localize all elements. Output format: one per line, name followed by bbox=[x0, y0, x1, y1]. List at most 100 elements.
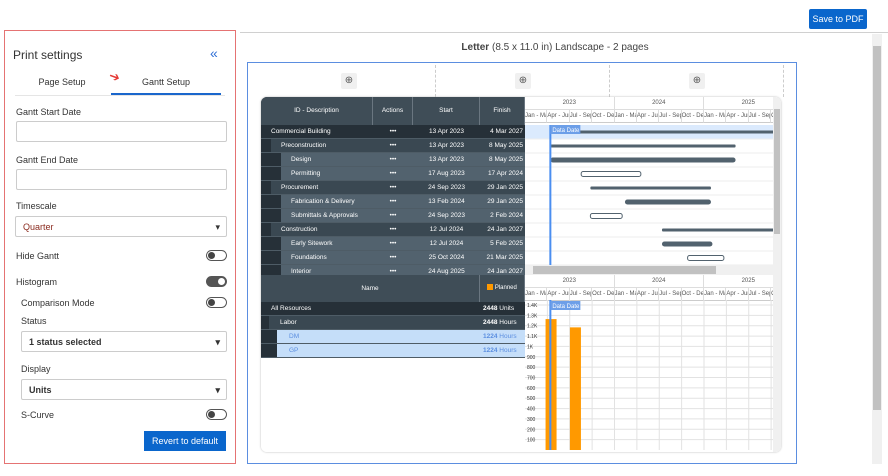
actions-menu-icon[interactable]: ••• bbox=[373, 212, 413, 219]
display-select[interactable]: Units bbox=[21, 379, 227, 400]
task-name: Permitting bbox=[291, 170, 321, 177]
gantt-bar bbox=[624, 199, 711, 205]
gantt-vscrollbar[interactable] bbox=[773, 97, 781, 275]
histogram-vscrollbar[interactable] bbox=[773, 275, 781, 452]
actions-menu-icon[interactable]: ••• bbox=[373, 128, 413, 135]
zoom-in-icon[interactable]: ⊕ bbox=[515, 73, 531, 89]
col-header-actions[interactable]: Actions bbox=[373, 97, 413, 125]
table-row[interactable]: Foundations ••• 25 Oct 2024 21 Mar 2025 bbox=[261, 251, 525, 265]
resource-value: 1224 Hours bbox=[483, 347, 517, 354]
res-header-planned: Planned bbox=[480, 275, 525, 302]
tab-gantt-setup[interactable]: Gantt Setup bbox=[117, 77, 215, 87]
start-date: 17 Aug 2023 bbox=[428, 170, 465, 177]
actions-menu-icon[interactable]: ••• bbox=[373, 170, 413, 177]
y-tick-label: 800 bbox=[527, 365, 536, 371]
histogram-toggle[interactable] bbox=[206, 276, 227, 287]
gantt-bar bbox=[687, 255, 725, 261]
res-header-name[interactable]: Name bbox=[261, 275, 480, 302]
task-name: Fabrication & Delivery bbox=[291, 198, 355, 205]
table-row[interactable]: Commercial Building ••• 13 Apr 2023 4 Ma… bbox=[261, 125, 525, 139]
year-header: 2024 bbox=[614, 275, 704, 288]
table-row[interactable]: Submittals & Approvals ••• 24 Sep 2023 2… bbox=[261, 209, 525, 223]
actions-menu-icon[interactable]: ••• bbox=[373, 156, 413, 163]
col-header-id[interactable]: ID - Description bbox=[261, 97, 373, 125]
y-tick-label: 1.2K bbox=[527, 324, 538, 330]
histogram-label: Histogram bbox=[16, 277, 58, 287]
start-date: 24 Sep 2023 bbox=[428, 184, 465, 191]
gantt-end-date-input[interactable] bbox=[16, 169, 227, 190]
page-info: Letter (8.5 x 11.0 in) Landscape - 2 pag… bbox=[240, 42, 870, 53]
actions-menu-icon[interactable]: ••• bbox=[373, 184, 413, 191]
quarter-header: Apr - Jun bbox=[636, 110, 660, 123]
table-row[interactable]: Early Sitework ••• 12 Jul 2024 5 Feb 202… bbox=[261, 237, 525, 251]
task-name: Preconstruction bbox=[281, 142, 327, 149]
quarter-header: Jan - Mar bbox=[704, 110, 727, 123]
table-row[interactable]: Permitting ••• 17 Aug 2023 17 Apr 2024 bbox=[261, 167, 525, 181]
status-label: Status bbox=[21, 316, 47, 326]
finish-date: 24 Jan 2027 bbox=[487, 268, 523, 275]
table-row[interactable]: Fabrication & Delivery ••• 13 Feb 2024 2… bbox=[261, 195, 525, 209]
col-header-start[interactable]: Start bbox=[413, 97, 480, 125]
quarter-header: Jan - Mar bbox=[614, 110, 637, 123]
histogram-chart: 202320242025Jan - MarApr - JunJul - SepO… bbox=[525, 275, 781, 452]
y-tick-label: 1.4K bbox=[527, 303, 538, 309]
hide-gantt-toggle[interactable] bbox=[206, 250, 227, 261]
task-name: Construction bbox=[281, 226, 318, 233]
finish-date: 4 Mar 2027 bbox=[490, 128, 523, 135]
tab-page-setup[interactable]: Page Setup bbox=[13, 77, 111, 87]
header-divider bbox=[240, 32, 888, 33]
gantt-bar bbox=[550, 130, 773, 134]
status-value: 1 status selected bbox=[29, 337, 102, 347]
table-row[interactable]: Preconstruction ••• 13 Apr 2023 8 May 20… bbox=[261, 139, 525, 153]
resource-name: DM bbox=[289, 333, 300, 340]
page-zone: ⊕ bbox=[610, 65, 784, 97]
resource-row[interactable]: All Resources 2448 Units bbox=[261, 302, 525, 316]
gantt-preview: ID - Description Actions Start Finish Co… bbox=[261, 97, 781, 452]
quarter-header: Apr - Jun bbox=[547, 110, 570, 123]
task-name: Early Sitework bbox=[291, 240, 333, 247]
col-header-finish[interactable]: Finish bbox=[480, 97, 525, 125]
actions-menu-icon[interactable]: ••• bbox=[373, 254, 413, 261]
table-row[interactable]: Design ••• 13 Apr 2023 8 May 2025 bbox=[261, 153, 525, 167]
s-curve-toggle[interactable] bbox=[206, 409, 227, 420]
y-tick-label: 700 bbox=[527, 376, 536, 382]
actions-menu-icon[interactable]: ••• bbox=[373, 240, 413, 247]
collapse-panel-icon[interactable]: « bbox=[210, 45, 218, 61]
zoom-in-icon[interactable]: ⊕ bbox=[341, 73, 357, 89]
actions-menu-icon[interactable]: ••• bbox=[373, 198, 413, 205]
resource-name: Labor bbox=[280, 319, 297, 326]
year-header: 2025 bbox=[704, 97, 781, 110]
display-value: Units bbox=[29, 385, 52, 395]
table-row[interactable]: Construction ••• 12 Jul 2024 24 Jan 2027 bbox=[261, 223, 525, 237]
actions-menu-icon[interactable]: ••• bbox=[373, 226, 413, 233]
quarter-header: Oct - Dec bbox=[592, 110, 615, 123]
resource-row[interactable]: DM 1224 Hours bbox=[261, 330, 525, 344]
gantt-hscrollbar[interactable] bbox=[525, 265, 773, 275]
gantt-bar bbox=[661, 241, 713, 247]
comparison-mode-toggle[interactable] bbox=[206, 297, 227, 308]
save-to-pdf-button[interactable]: Save to PDF bbox=[809, 9, 867, 29]
year-header: 2025 bbox=[704, 275, 781, 288]
resource-name: GP bbox=[289, 347, 299, 354]
revert-to-default-button[interactable]: Revert to default bbox=[144, 431, 226, 451]
s-curve-label: S-Curve bbox=[21, 410, 55, 420]
resource-row[interactable]: Labor 2448 Hours bbox=[261, 316, 525, 330]
quarter-header: Jul - Sep bbox=[748, 110, 772, 123]
resource-row[interactable]: GP 1224 Hours bbox=[261, 344, 525, 358]
panel-title: Print settings bbox=[13, 48, 83, 62]
timescale-select[interactable]: Quarter bbox=[15, 216, 227, 237]
y-tick-label: 1.3K bbox=[527, 313, 538, 319]
gantt-bar bbox=[589, 213, 623, 219]
zoom-in-icon[interactable]: ⊕ bbox=[689, 73, 705, 89]
quarter-header: Apr - Jun bbox=[726, 110, 749, 123]
table-row[interactable]: Procurement ••• 24 Sep 2023 29 Jan 2025 bbox=[261, 181, 525, 195]
resource-name: All Resources bbox=[271, 305, 312, 312]
preview-scrollbar-thumb[interactable] bbox=[873, 46, 881, 410]
actions-menu-icon[interactable]: ••• bbox=[373, 142, 413, 149]
actions-menu-icon[interactable]: ••• bbox=[373, 268, 413, 275]
gantt-start-date-input[interactable] bbox=[16, 121, 227, 142]
status-select[interactable]: 1 status selected bbox=[21, 331, 227, 352]
paper-size: Letter bbox=[461, 42, 490, 53]
finish-date: 8 May 2025 bbox=[489, 156, 523, 163]
task-name: Procurement bbox=[281, 184, 319, 191]
